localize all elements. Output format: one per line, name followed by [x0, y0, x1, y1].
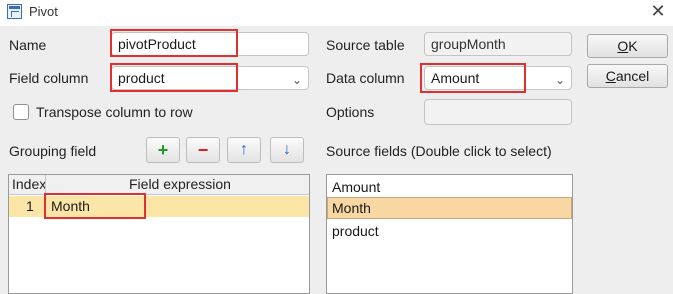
expression-highlight	[44, 193, 146, 219]
list-item[interactable]: product	[332, 223, 379, 239]
app-icon	[7, 4, 22, 19]
chevron-down-icon: ⌄	[554, 73, 565, 87]
grouping-table: Index Field expression 1 Month	[8, 174, 310, 294]
options-label: Options	[326, 104, 375, 120]
transpose-label: Transpose column to row	[36, 104, 193, 120]
name-label: Name	[9, 37, 47, 53]
source-table-value: groupMonth	[431, 36, 506, 52]
chevron-down-icon: ⌄	[291, 73, 302, 87]
list-item[interactable]: Amount	[332, 179, 380, 195]
source-table-field: groupMonth	[424, 32, 572, 56]
cancel-mnemonic: C	[605, 68, 616, 84]
source-fields-label: Source fields (Double click to select)	[326, 143, 552, 159]
source-fields-list: Amount Month product	[326, 174, 573, 294]
source-table-label: Source table	[326, 37, 405, 53]
ok-label-rest: K	[628, 38, 638, 54]
window-title: Pivot	[29, 4, 58, 19]
move-up-icon[interactable]: ↑	[227, 137, 261, 163]
table-header: Index Field expression	[9, 175, 309, 195]
column-divider	[45, 175, 46, 194]
list-item-selected[interactable]: Month	[327, 197, 572, 219]
column-header-expression[interactable]: Field expression	[129, 175, 231, 194]
field-column-label: Field column	[9, 70, 89, 86]
cancel-label-rest: ancel	[615, 68, 650, 84]
ok-button[interactable]: OK	[587, 34, 668, 58]
column-header-index[interactable]: Index	[12, 175, 46, 194]
data-column-label: Data column	[326, 70, 405, 86]
row-index: 1	[26, 198, 34, 214]
options-field[interactable]	[424, 99, 572, 125]
name-highlight	[110, 29, 238, 57]
ok-mnemonic: O	[617, 38, 629, 54]
data-column-highlight	[420, 63, 526, 93]
cancel-button[interactable]: Cancel	[587, 64, 668, 88]
field-column-highlight	[110, 63, 238, 92]
close-icon[interactable]: ✕	[648, 1, 668, 22]
transpose-checkbox[interactable]	[13, 104, 29, 120]
grouping-field-label: Grouping field	[9, 143, 97, 159]
list-item-label: Month	[332, 200, 371, 216]
add-icon[interactable]: +	[146, 137, 180, 163]
remove-icon[interactable]: −	[186, 137, 220, 163]
title-bar: Pivot ✕	[0, 0, 673, 26]
move-down-icon[interactable]: ↓	[270, 137, 304, 163]
